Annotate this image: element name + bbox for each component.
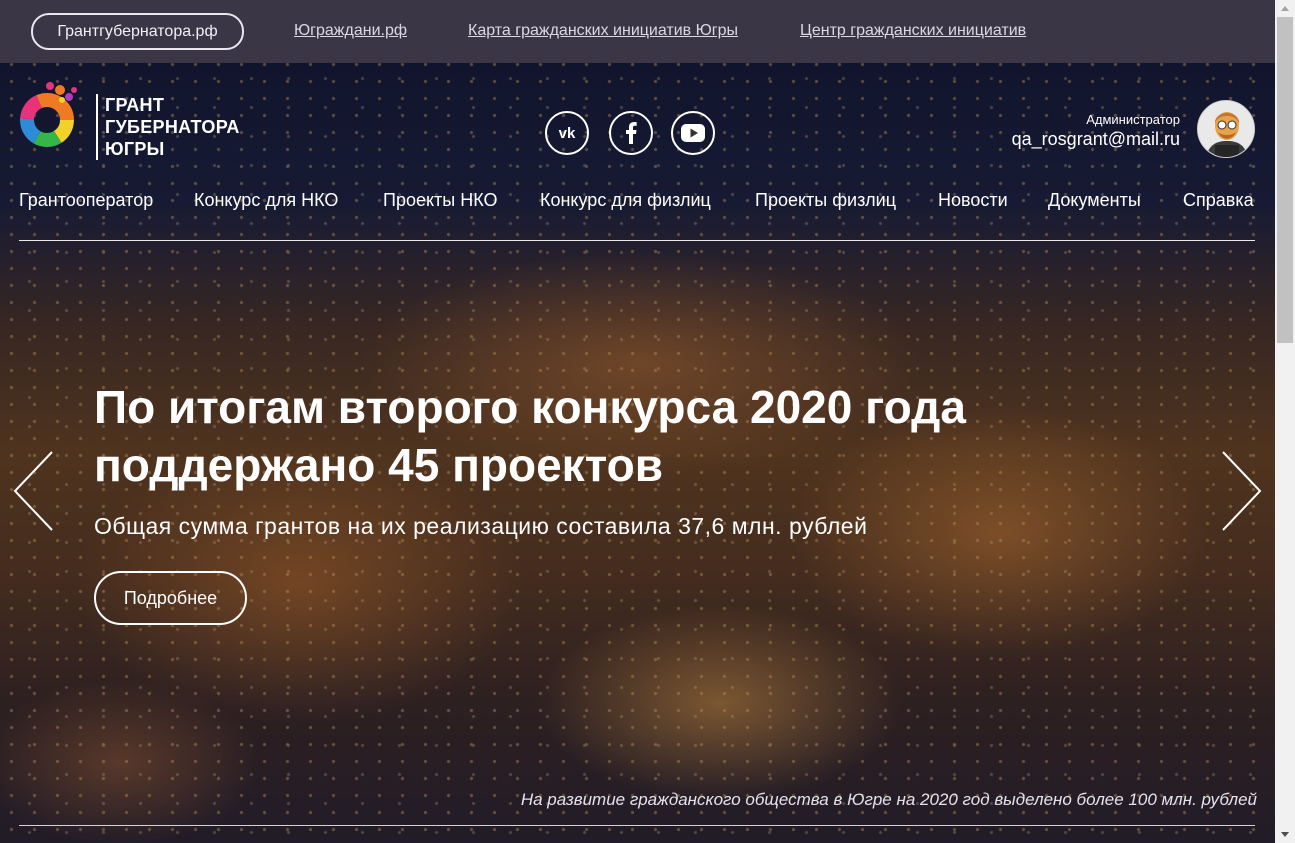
user-email[interactable]: qa_rosgrant@mail.ru xyxy=(1012,129,1180,150)
nav-item-news[interactable]: Новости xyxy=(938,190,1008,211)
more-button[interactable]: Подробнее xyxy=(94,571,247,625)
top-bar: Грантгубернатора.рф Юграждани.рф Карта г… xyxy=(0,0,1275,63)
top-link-yugra-citizen[interactable]: Юграждани.рф xyxy=(294,22,407,40)
nav-divider xyxy=(19,240,1255,241)
avatar[interactable] xyxy=(1197,100,1255,158)
svg-text:vk: vk xyxy=(559,126,576,140)
avatar-character-icon xyxy=(1198,101,1254,157)
main-nav: Грантооператор Конкурс для НКО Проекты Н… xyxy=(19,190,1255,214)
nav-item-nko-contest[interactable]: Конкурс для НКО xyxy=(194,190,338,211)
user-role: Администратор xyxy=(1086,112,1180,127)
nav-item-individuals-projects[interactable]: Проекты физлиц xyxy=(755,190,896,211)
grant-governor-link-button[interactable]: Грантгубернатора.рф xyxy=(31,13,244,50)
vk-button[interactable]: vk xyxy=(545,111,589,155)
top-link-initiatives-map[interactable]: Карта гражданских инициатив Югры xyxy=(468,22,738,40)
scrollbar-thumb[interactable] xyxy=(1277,17,1293,343)
hero-bottom-divider xyxy=(19,825,1255,826)
chevron-right-icon[interactable] xyxy=(1219,450,1263,532)
logo-ring-icon[interactable] xyxy=(20,80,88,160)
logo-line-1: ГРАНТ xyxy=(105,95,165,115)
scrollbar[interactable] xyxy=(1275,0,1295,843)
top-link-civic-center[interactable]: Центр гражданских инициатив xyxy=(800,22,1026,40)
nav-item-individuals-contest[interactable]: Конкурс для физлиц xyxy=(540,190,711,211)
slide-subtitle: Общая сумма грантов на их реализацию сос… xyxy=(94,513,868,539)
youtube-button[interactable] xyxy=(671,111,715,155)
facebook-button[interactable] xyxy=(609,111,653,155)
logo-text[interactable]: ГРАНТ ГУБЕРНАТОРА ЮГРЫ xyxy=(96,94,240,160)
slide-title-line-2: поддержано 45 проектов xyxy=(94,439,664,491)
nav-item-nko-projects[interactable]: Проекты НКО xyxy=(383,190,498,211)
slide-title-line-1: По итогам второго конкурса 2020 года xyxy=(94,381,966,433)
vk-icon: vk xyxy=(559,126,576,140)
nav-item-documents[interactable]: Документы xyxy=(1048,190,1141,211)
slide-title: По итогам второго конкурса 2020 года под… xyxy=(94,378,1094,494)
facebook-icon xyxy=(626,122,637,144)
scroll-down-arrow-icon[interactable] xyxy=(1275,826,1295,843)
nav-item-grant-operator[interactable]: Грантооператор xyxy=(19,190,153,211)
youtube-icon xyxy=(681,124,705,142)
nav-item-help[interactable]: Справка xyxy=(1183,190,1254,211)
chevron-left-icon[interactable] xyxy=(12,450,56,532)
logo-line-3: ЮГРЫ xyxy=(105,139,165,159)
slide-caption: На развитие гражданского общества в Югре… xyxy=(520,790,1257,809)
logo-line-2: ГУБЕРНАТОРА xyxy=(105,117,240,137)
scroll-up-arrow-icon[interactable] xyxy=(1275,0,1295,17)
